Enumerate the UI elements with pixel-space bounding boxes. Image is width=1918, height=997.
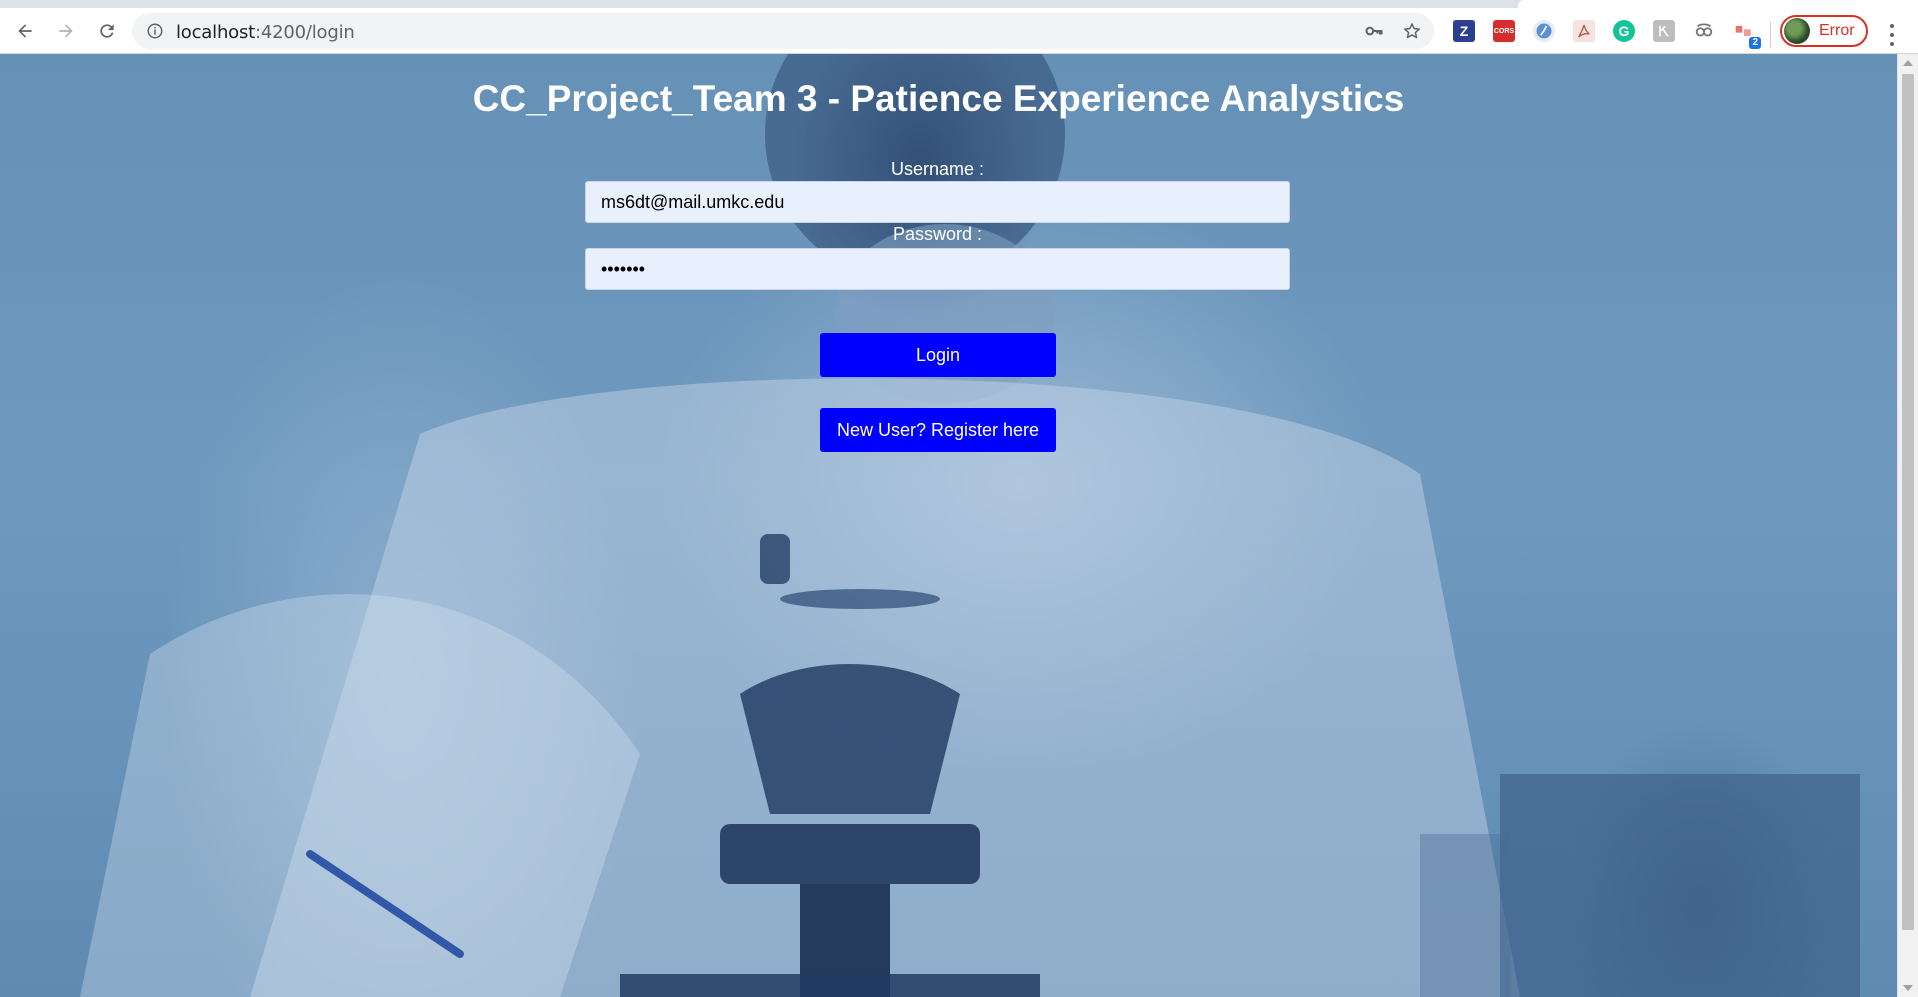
zotero-extension-icon[interactable]: Z xyxy=(1453,20,1475,42)
info-icon[interactable] xyxy=(146,22,164,40)
link-extension-icon[interactable] xyxy=(1693,20,1715,42)
username-label: Username : xyxy=(890,159,985,179)
reload-icon xyxy=(100,24,114,38)
browser-toolbar: localhost:4200/login Z CORS G 2 Error xyxy=(0,8,1918,54)
password-input[interactable] xyxy=(585,248,1290,290)
toolbar-divider xyxy=(1770,22,1771,48)
key-icon[interactable] xyxy=(1364,21,1384,41)
username-input[interactable] xyxy=(585,181,1290,223)
active-tab-edge[interactable] xyxy=(1518,0,1918,8)
pdf-extension-icon[interactable] xyxy=(1573,20,1595,42)
forward-button[interactable] xyxy=(51,16,81,46)
forward-arrow-icon xyxy=(59,24,73,38)
back-arrow-icon xyxy=(18,24,32,38)
url-text[interactable]: localhost:4200/login xyxy=(176,22,355,43)
grammarly-glyph: G xyxy=(1618,23,1630,39)
grammarly-extension-icon[interactable]: G xyxy=(1613,20,1635,42)
extension-icon[interactable] xyxy=(1653,20,1675,42)
page-title: CC_Project_Team 3 - Patience Experience … xyxy=(472,78,1405,119)
url-path: :4200/login xyxy=(255,22,355,43)
avatar xyxy=(1784,18,1810,44)
scrollbar-thumb[interactable] xyxy=(1902,74,1914,930)
back-button[interactable] xyxy=(10,16,40,46)
reload-button[interactable] xyxy=(92,16,122,46)
tab-count-badge: 2 xyxy=(1749,37,1761,49)
cors-extension-icon[interactable]: CORS xyxy=(1493,20,1515,42)
star-icon[interactable] xyxy=(1402,21,1422,41)
address-bar[interactable]: localhost:4200/login xyxy=(132,13,1434,49)
vertical-scrollbar[interactable] xyxy=(1897,54,1918,997)
scroll-down-arrow-icon[interactable] xyxy=(1903,985,1913,991)
zotero-glyph: Z xyxy=(1459,23,1469,39)
profile-button[interactable]: Error xyxy=(1780,15,1868,47)
tab-extension-icon[interactable]: 2 xyxy=(1733,20,1761,49)
scroll-up-arrow-icon[interactable] xyxy=(1903,60,1913,66)
login-form: Username : Password : xyxy=(585,158,1290,290)
cors-glyph: CORS xyxy=(1493,27,1515,35)
tab-strip xyxy=(0,0,1918,8)
more-menu-icon[interactable] xyxy=(1882,22,1902,48)
register-button[interactable]: New User? Register here xyxy=(820,408,1056,452)
globe-extension-icon[interactable] xyxy=(1533,20,1555,42)
profile-status: Error xyxy=(1819,22,1855,39)
url-host: localhost xyxy=(176,22,255,43)
login-button[interactable]: Login xyxy=(820,333,1056,377)
page-viewport: CC_Project_Team 3 - Patience Experience … xyxy=(0,54,1897,997)
password-label: Password : xyxy=(892,224,983,244)
